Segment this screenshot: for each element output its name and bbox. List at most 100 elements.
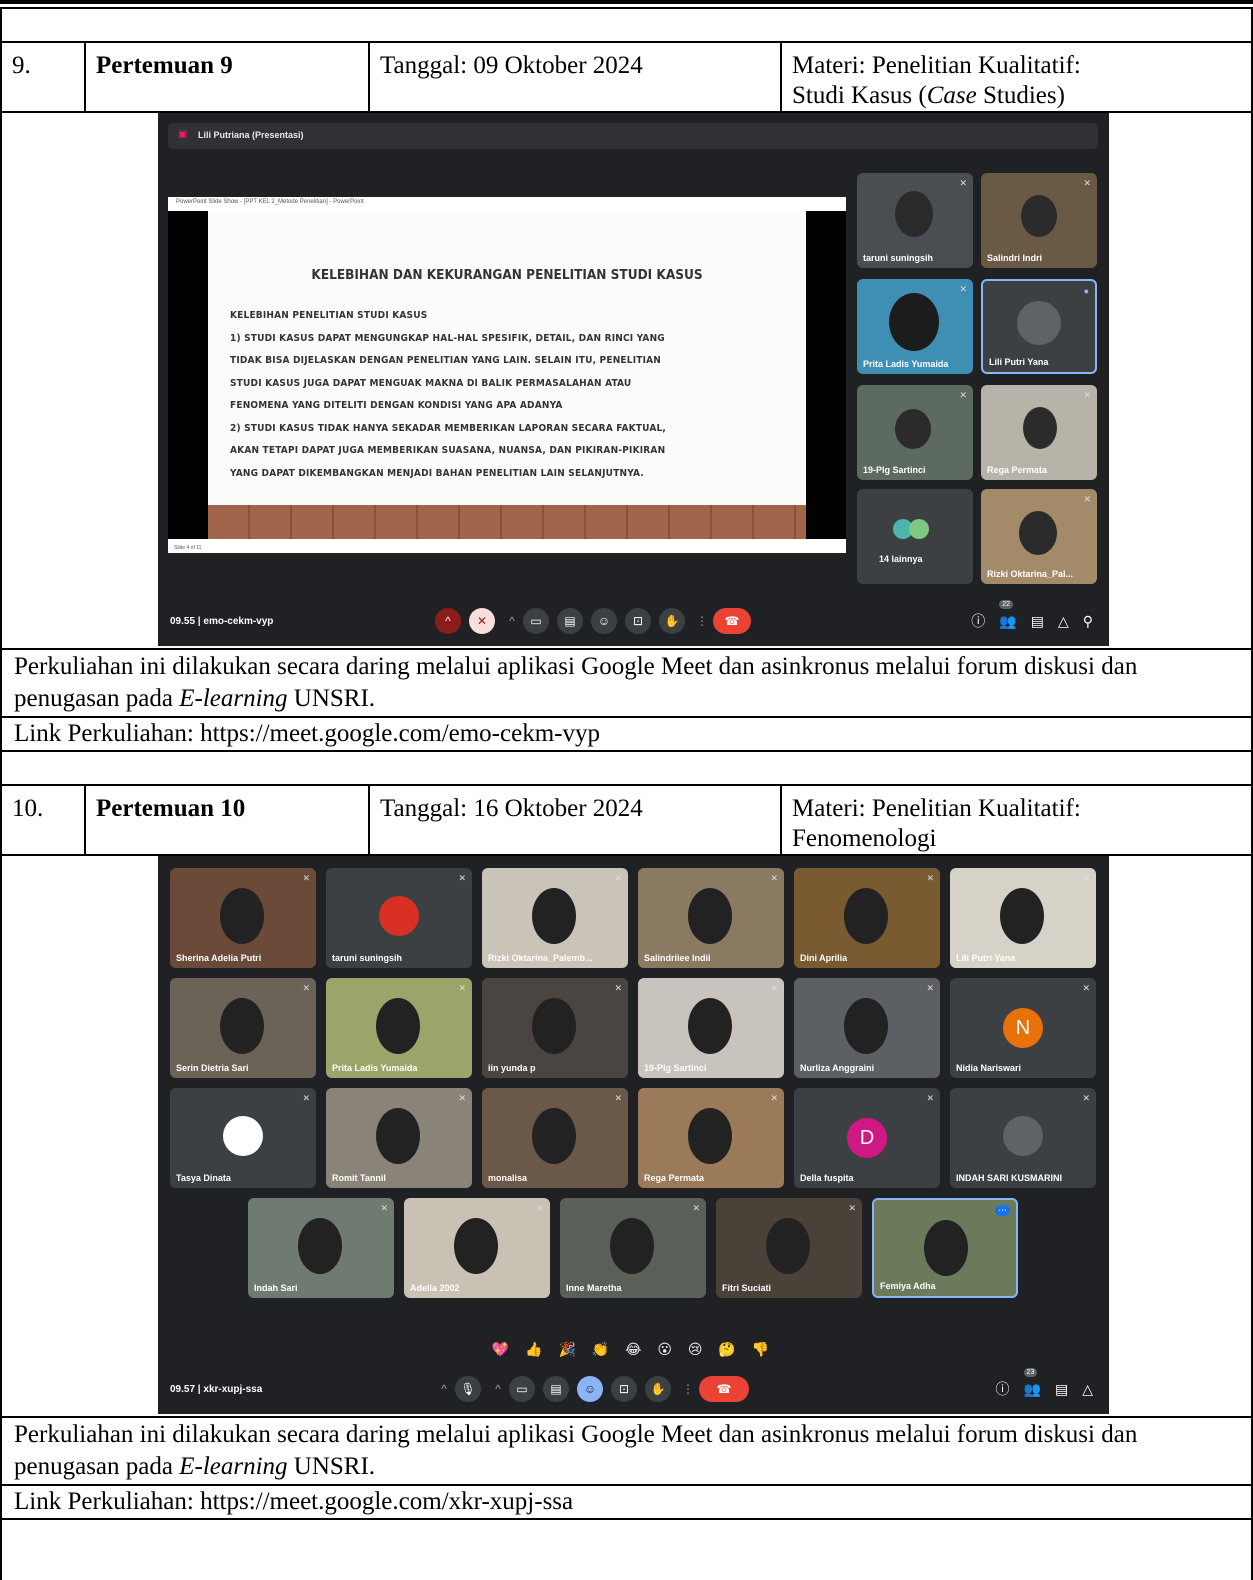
mic-off-icon: ✕ [959, 390, 967, 400]
participant-tile-active: ● Lili Putri Yana [981, 279, 1097, 374]
participant-name: iin yunda p [488, 1063, 536, 1073]
mic-options-button[interactable]: ^ [435, 1376, 453, 1402]
session-date: Tanggal: 09 Oktober 2024 [370, 43, 782, 111]
participant-tile: ✕ Salindri Indri [981, 173, 1097, 268]
participant-tile: ✕ Adelia 2002 [404, 1198, 550, 1298]
participant-video [895, 191, 933, 237]
emoji-button[interactable]: ☺ [591, 608, 617, 634]
present-button[interactable]: ⊡ [611, 1376, 637, 1402]
camera-options-button[interactable]: ^ [503, 608, 521, 634]
participant-video [924, 1220, 968, 1276]
people-icon[interactable]: 👥 22 [999, 599, 1017, 630]
participant-tile: ✕ Rega Permata [981, 385, 1097, 480]
meeting-time-code: 09.55 | emo-cekm-vyp [170, 615, 274, 627]
chat-icon[interactable]: ▤ [1031, 613, 1044, 630]
camera-options-button[interactable]: ^ [489, 1376, 507, 1402]
mic-off-icon: ✕ [959, 178, 967, 188]
participant-tile: ✕ iin yunda p [482, 978, 628, 1078]
host-controls-icon[interactable]: ⚲ [1083, 613, 1093, 630]
participant-video [532, 1108, 576, 1164]
participant-tile: ✕ Fitri Suciati [716, 1198, 862, 1298]
slide-letterbox-right [806, 211, 846, 539]
camera-button[interactable]: ▭ [509, 1376, 535, 1402]
mic-off-icon: ✕ [614, 1093, 622, 1103]
avatar [909, 519, 929, 539]
participant-name: Della fuspita [800, 1173, 854, 1183]
session-number: 9. [2, 43, 86, 111]
info-icon[interactable]: ⓘ [971, 611, 985, 631]
participant-name: Rizki Oktarina_Palemb... [488, 953, 593, 963]
participant-tile: ✕ Rizki Oktarina_Pal... [981, 489, 1097, 584]
more-participants-tile[interactable]: 14 lainnya [857, 489, 973, 584]
window-title: PowerPoint Slide Show - [PPT KEL 2_Metod… [176, 199, 364, 205]
leave-call-button[interactable]: ☎ [713, 608, 751, 634]
side-controls: ⓘ 👥 23 ▤ △ [982, 1367, 1093, 1399]
participant-name: Rega Permata [987, 465, 1048, 475]
mic-off-icon: ✕ [692, 1203, 700, 1213]
session-title: Pertemuan 9 [86, 43, 370, 111]
participant-video [688, 998, 732, 1054]
avatar [1003, 1116, 1043, 1156]
mic-off-button[interactable]: ✕ [469, 608, 495, 634]
participant-video [376, 1108, 420, 1164]
slide-line: TIDAK BISA DIJELASKAN DENGAN PENELITIAN … [230, 355, 662, 366]
call-controls: ^ ✕ ^ ▭ ▤ ☺ ⊡ ✋ ⋮ ☎ [435, 608, 759, 634]
participant-count-badge: 22 [999, 599, 1014, 609]
meet-screenshot-gallery: ⋯ Femiya Adha ✕ Fitri Suciati ✕ Inne Maretha ✕… [158, 856, 1109, 1414]
participant-name: Nidia Nariswari [956, 1063, 1022, 1073]
participant-name: Rizki Oktarina_Pal... [987, 569, 1074, 579]
participant-video [454, 1218, 498, 1274]
spacer-row [0, 9, 1253, 43]
session-topic: Materi: Penelitian Kualitatif: Fenomenol… [782, 786, 1251, 854]
more-options-button[interactable]: ⋮ [693, 608, 711, 634]
session-header-row: 9. Pertemuan 9 Tanggal: 09 Oktober 2024 … [0, 43, 1253, 113]
raise-hand-button[interactable]: ✋ [645, 1376, 671, 1402]
more-options-button[interactable]: ⋮ [679, 1376, 697, 1402]
participant-tile: D ✕ Della fuspita [794, 1088, 940, 1188]
mic-button[interactable]: 🎙 [455, 1376, 481, 1402]
participant-tile: ✕ Sherina Adelia Putri [170, 868, 316, 968]
continuation-row [0, 1520, 1253, 1580]
captions-button[interactable]: ▤ [557, 608, 583, 634]
session-link: Link Perkuliahan: https://meet.google.co… [0, 718, 1253, 752]
raise-hand-button[interactable]: ✋ [659, 608, 685, 634]
participant-video [532, 888, 576, 944]
activities-icon[interactable]: △ [1058, 613, 1069, 630]
side-controls: ⓘ 👥 22 ▤ △ ⚲ [957, 599, 1093, 631]
activities-icon[interactable]: △ [1082, 1381, 1093, 1398]
session-topic: Materi: Penelitian Kualitatif: Studi Kas… [782, 43, 1251, 111]
description-em: E-learning [179, 685, 288, 712]
mic-options-button[interactable]: ^ [435, 608, 461, 634]
participant-name: Dini Aprilia [800, 953, 848, 963]
participant-name: taruni suningsih [863, 253, 934, 263]
participant-tile: N ✕ Nidia Nariswari [950, 978, 1096, 1078]
mic-off-icon: ✕ [458, 873, 466, 883]
more-options-icon[interactable]: ⋯ [995, 1205, 1010, 1216]
captions-button[interactable]: ▤ [543, 1376, 569, 1402]
chat-icon[interactable]: ▤ [1055, 1381, 1068, 1398]
slide-line: KELEBIHAN PENELITIAN STUDI KASUS [230, 310, 428, 321]
participant-tile: ✕ taruni suningsih [326, 868, 472, 968]
spacer-row [0, 752, 1253, 786]
session-number: 10. [2, 786, 86, 854]
session-header-row: 10. Pertemuan 10 Tanggal: 16 Oktober 202… [0, 786, 1253, 856]
camera-button[interactable]: ▭ [523, 608, 549, 634]
initial-avatar: D [847, 1118, 887, 1158]
emoji-button[interactable]: ☺ [577, 1376, 603, 1402]
mic-off-icon: ✕ [458, 1093, 466, 1103]
info-icon[interactable]: ⓘ [996, 1379, 1010, 1399]
people-icon[interactable]: 👥 23 [1023, 1367, 1041, 1398]
mic-off-icon: ✕ [380, 1203, 388, 1213]
meet-control-bar: 09.57 | xkr-xupj-ssa ^ 🎙 ^ ▭ ▤ ☺ ⊡ ✋ ⋮ ☎… [158, 1364, 1109, 1414]
topic-line2-post: Studies) [976, 82, 1065, 109]
leave-call-button[interactable]: ☎ [699, 1376, 749, 1402]
participant-tile: ⋯ Femiya Adha [872, 1198, 1018, 1298]
mic-off-icon: ✕ [926, 983, 934, 993]
participant-name: Serin Dietria Sari [176, 1063, 249, 1073]
participant-video [532, 998, 576, 1054]
initial-avatar: N [1003, 1008, 1043, 1048]
present-button[interactable]: ⊡ [625, 608, 651, 634]
reaction-bar[interactable]: 💖 👍 🎉 👏 😂 😮 😢 🤔 👎 [158, 1341, 1109, 1358]
call-controls: ^ 🎙 ^ ▭ ▤ ☺ ⊡ ✋ ⋮ ☎ [435, 1376, 757, 1402]
meet-control-bar: 09.55 | emo-cekm-vyp ^ ✕ ^ ▭ ▤ ☺ ⊡ ✋ ⋮ ☎… [158, 596, 1109, 646]
